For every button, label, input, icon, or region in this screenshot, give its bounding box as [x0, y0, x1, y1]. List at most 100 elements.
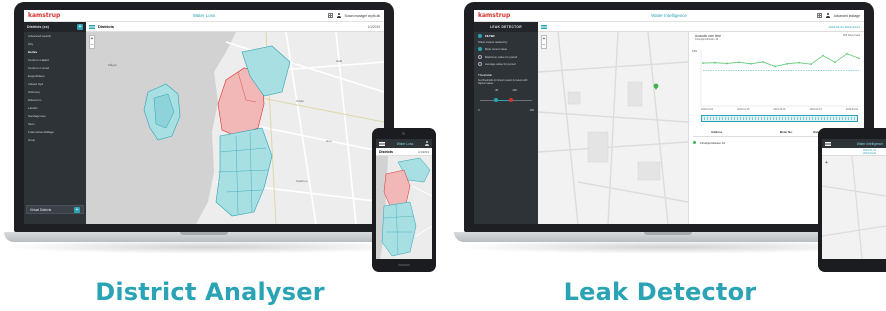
sidebar-title: Districts (xx) [27, 25, 49, 29]
data-point[interactable] [774, 65, 776, 68]
data-point[interactable] [750, 62, 752, 65]
x-tick: 2019-01-01 [701, 108, 714, 111]
phone-zoom-in[interactable]: + [825, 160, 828, 166]
threshold-slider[interactable] [480, 97, 532, 103]
topbar-actions: Susan manager at ptk.dk [327, 13, 380, 18]
data-point[interactable] [738, 61, 740, 64]
panel-title: Districts [98, 24, 115, 29]
data-point[interactable] [714, 61, 716, 64]
phone-app-title: Water Loss [396, 141, 414, 146]
district-list: Advanced search Åby Herlev Centrum Højkol Ce… [24, 32, 86, 144]
sidebar-item[interactable]: Rikevuum [24, 96, 86, 104]
data-point[interactable] [810, 63, 812, 66]
user-icon[interactable] [825, 13, 830, 18]
map-header: 2019-01-01 2019-03-01 [538, 22, 864, 32]
user-icon[interactable] [336, 13, 341, 18]
date-range[interactable]: 2019-01-01 2019-03-01 [828, 25, 860, 29]
sidebar-item[interactable]: Centrum Lunsel [24, 64, 86, 72]
data-point[interactable] [834, 61, 836, 64]
topbar-actions: Advanced leakage [816, 13, 860, 18]
zoom-controls[interactable]: + − [89, 35, 95, 49]
user-name[interactable]: Advanced leakage [834, 14, 860, 18]
phone-subheader: Districts 1/1/2019 [376, 148, 432, 156]
phone-map-svg[interactable] [376, 156, 432, 259]
threshold-values: 30 100 [474, 87, 538, 95]
add-virtual-district-button[interactable]: + [74, 206, 80, 213]
data-point[interactable] [702, 62, 704, 64]
apps-grid-icon[interactable] [816, 13, 822, 18]
col-address[interactable]: Address [693, 130, 780, 136]
slider-range: 0 100 [474, 106, 538, 114]
phone-topbar: Water Intelligence [822, 139, 886, 148]
sidebar-item[interactable]: Engtoftvikau [24, 72, 86, 80]
data-point[interactable] [786, 62, 788, 65]
slider-knob-high[interactable] [509, 98, 514, 103]
districts-sidebar: Districts (xx) + Advanced search Åby Herle… [24, 22, 86, 224]
option-average[interactable]: Average value for period [474, 61, 538, 69]
data-point[interactable] [726, 62, 728, 65]
chart-period[interactable]: 365 Days back [843, 34, 860, 37]
sidebar-item[interactable]: Labolln [24, 104, 86, 112]
y-max-label: 150 [692, 49, 697, 53]
sidebar-item[interactable]: Skov [24, 120, 86, 128]
data-point[interactable] [858, 57, 860, 60]
menu-icon[interactable] [541, 24, 547, 29]
x-tick: 2019-02-15 [809, 108, 822, 111]
panel-header: LEAK DETECTOR [474, 22, 538, 32]
sidebar-item[interactable]: Gimp [24, 136, 86, 144]
app-topbar: kamstrup Water Intelligence Advanced lea… [474, 10, 864, 22]
sidebar-item[interactable]: Sandagmoue [24, 112, 86, 120]
phone-date-range[interactable]: 2019-01-01 2019-03-01 [863, 149, 883, 155]
virtual-districts-toggle[interactable]: Virtual Districts + [26, 205, 84, 214]
data-point[interactable] [798, 61, 800, 64]
col-meter[interactable]: Meter No. [780, 130, 813, 136]
sidebar-item[interactable]: Advanced search [24, 32, 86, 40]
sidebar-item[interactable]: Åby [24, 40, 86, 48]
app-topbar: kamstrup Water Loss Susan manager at ptk… [24, 10, 384, 22]
filter-label: FILTER [485, 33, 495, 38]
threshold-label: Thresholds [478, 72, 492, 77]
sidebar-item[interactable]: Fraumelsendvillage [24, 128, 86, 136]
svg-text:Spøttrup: Spøttrup [296, 179, 308, 183]
slider-knob-low[interactable] [493, 98, 498, 103]
option-label: Maximum value for period [485, 54, 518, 59]
leak-detector-panel: LEAK DETECTOR FILTER Show meters ranked … [474, 22, 538, 224]
radio-icon[interactable] [478, 62, 482, 67]
phone-map-svg[interactable]: + [822, 156, 886, 259]
menu-icon[interactable] [89, 24, 95, 29]
filter-heading: FILTER [474, 32, 538, 40]
district-map[interactable]: Mågen Odder Hou Spøttrup Hald + − [86, 32, 384, 224]
sidebar-item[interactable]: Odinsvej [24, 88, 86, 96]
leak-map[interactable]: + − [538, 32, 688, 224]
chart-x-ticks: 2019-01-01 2019-01-15 2019-02-01 2019-02… [701, 108, 858, 111]
phone-user-icon[interactable] [425, 141, 429, 146]
sidebar-item[interactable]: Centrum Højkol [24, 56, 86, 64]
add-district-button[interactable]: + [77, 24, 83, 30]
data-point[interactable] [822, 54, 824, 57]
radio-icon[interactable] [478, 54, 482, 59]
laptop-notch [644, 232, 692, 235]
threshold-desc: Set thresholds for shown meters & meters… [478, 78, 528, 85]
leak-map-svg [538, 32, 688, 224]
sidebar-item[interactable]: Indsett Syd [24, 80, 86, 88]
option-most-recent[interactable]: Most recent value [474, 45, 538, 53]
range-brush[interactable] [701, 115, 858, 122]
data-point[interactable] [846, 52, 848, 55]
data-point[interactable] [762, 61, 764, 63]
user-name[interactable]: Susan manager at ptk.dk [345, 14, 380, 18]
phone-menu-icon[interactable] [379, 141, 385, 146]
svg-text:Mågen: Mågen [108, 63, 118, 67]
radio-icon[interactable] [478, 47, 482, 52]
sidebar-item[interactable]: Herlev [24, 48, 86, 56]
app-title: Water Intelligence [651, 13, 687, 18]
phone-menu-icon[interactable] [825, 141, 831, 146]
row-status-dot [693, 141, 696, 144]
x-tick: 2019-02-01 [773, 108, 786, 111]
option-maximum[interactable]: Maximum value for period [474, 53, 538, 61]
svg-text:Odder: Odder [296, 99, 304, 103]
slider-min: 0 [478, 107, 480, 112]
virtual-districts-label: Virtual Districts [30, 207, 52, 212]
laptop-screen: kamstrup Water Loss Susan manager at ptk… [24, 10, 384, 224]
apps-grid-icon[interactable] [327, 13, 333, 18]
zoom-controls[interactable]: + − [541, 35, 547, 49]
